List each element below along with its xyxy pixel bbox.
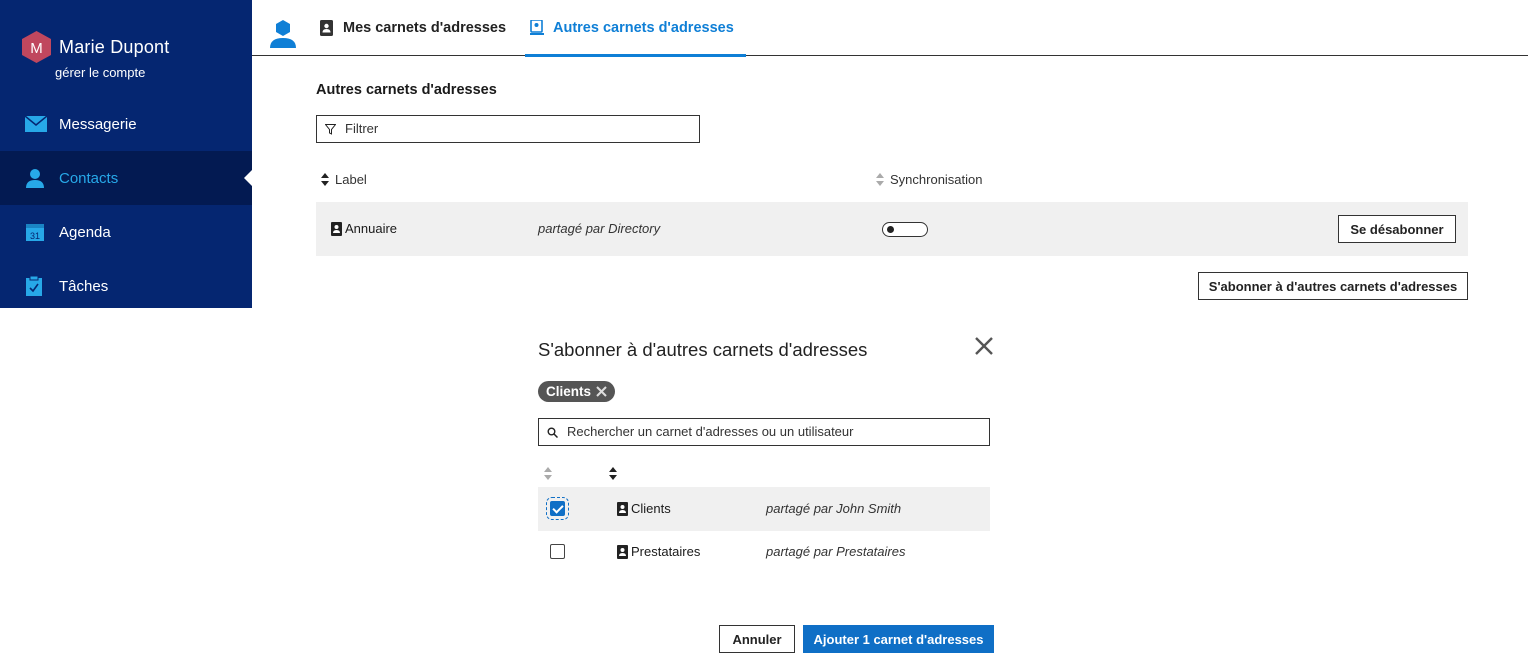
address-book-name: Clients <box>617 501 671 516</box>
shared-by: partagé par John Smith <box>766 501 902 516</box>
shared-by: partagé par Directory <box>538 221 661 236</box>
tab-bar: Mes carnets d'adresses Autres carnets d'… <box>252 0 1528 57</box>
dialog-title: S'abonner à d'autres carnets d'adresses <box>538 339 868 360</box>
shared-address-book-icon <box>530 20 544 35</box>
avatar[interactable]: M <box>22 31 51 63</box>
row-name: Clients <box>631 501 671 516</box>
sort-icon[interactable] <box>544 467 552 480</box>
sort-asc-icon[interactable] <box>609 467 617 480</box>
cancel-button[interactable]: Annuler <box>719 625 795 653</box>
address-book-icon <box>331 221 342 236</box>
column-header-sync[interactable]: Synchronisation <box>876 172 983 187</box>
add-address-book-button[interactable]: Ajouter 1 carnet d'adresses <box>803 625 994 653</box>
sort-icon <box>876 173 884 186</box>
column-header-label[interactable]: Label <box>321 172 367 187</box>
column-label: Synchronisation <box>890 172 983 187</box>
calendar-icon: 31 <box>26 224 44 241</box>
selected-chip: Clients <box>538 381 616 402</box>
tab-label: Mes carnets d'adresses <box>343 20 507 36</box>
manage-account-link[interactable]: gérer le compte <box>55 65 145 80</box>
address-book-icon <box>617 544 628 559</box>
tasks-icon <box>26 276 42 296</box>
row-name: Prestataires <box>631 544 701 559</box>
user-name: Marie Dupont <box>59 37 170 57</box>
nav-item-agenda[interactable]: 31 Agenda <box>0 205 252 259</box>
tab-label: Autres carnets d'adresses <box>553 20 734 36</box>
address-book-name: Prestataires <box>617 544 700 559</box>
nav-label: Contacts <box>59 169 119 187</box>
list-item[interactable]: Prestataires partagé par Prestataires <box>538 530 990 574</box>
svg-text:31: 31 <box>30 231 40 241</box>
filter-placeholder: Filtrer <box>345 121 379 136</box>
select-checkbox[interactable] <box>550 544 565 559</box>
chip-label: Clients <box>546 384 592 399</box>
filter-icon <box>325 124 336 135</box>
search-input[interactable]: Rechercher un carnet d'adresses ou un ut… <box>538 418 990 446</box>
nav-item-taches[interactable]: Tâches <box>0 259 252 313</box>
filter-input[interactable]: Filtrer <box>316 115 700 143</box>
tab-my-address-books[interactable]: Mes carnets d'adresses <box>320 0 506 56</box>
list-item[interactable]: Clients partagé par John Smith <box>538 487 990 531</box>
search-icon <box>547 427 558 438</box>
column-label: Label <box>335 172 367 187</box>
close-icon[interactable] <box>974 336 994 356</box>
sync-toggle[interactable] <box>882 222 928 237</box>
select-checkbox[interactable] <box>546 497 569 520</box>
sort-asc-icon <box>321 173 329 186</box>
address-book-name: Annuaire <box>331 221 397 236</box>
contacts-home-icon[interactable] <box>270 20 296 48</box>
nav-label: Agenda <box>59 223 111 241</box>
nav-item-contacts[interactable]: Contacts <box>0 151 252 205</box>
nav-label: Tâches <box>59 277 109 295</box>
subscribe-more-button[interactable]: S'abonner à d'autres carnets d'adresses <box>1198 272 1468 300</box>
unsubscribe-button[interactable]: Se désabonner <box>1338 215 1456 243</box>
row-name: Annuaire <box>345 221 398 236</box>
sidebar: M Marie Dupont gérer le compte Messageri… <box>0 0 252 308</box>
remove-chip-icon[interactable] <box>596 386 607 397</box>
address-book-icon <box>320 20 333 36</box>
nav-label: Messagerie <box>59 115 137 133</box>
address-book-icon <box>617 501 628 516</box>
page-title: Autres carnets d'adresses <box>316 82 497 98</box>
shared-by: partagé par Prestataires <box>766 544 906 559</box>
nav-item-messagerie[interactable]: Messagerie <box>0 97 252 151</box>
search-placeholder: Rechercher un carnet d'adresses ou un ut… <box>567 424 854 439</box>
contacts-icon <box>26 169 44 188</box>
table-row: Annuaire partagé par Directory Se désabo… <box>316 202 1468 256</box>
mail-icon <box>25 116 47 132</box>
svg-text:M: M <box>30 40 43 57</box>
tab-other-address-books[interactable]: Autres carnets d'adresses <box>525 0 746 57</box>
